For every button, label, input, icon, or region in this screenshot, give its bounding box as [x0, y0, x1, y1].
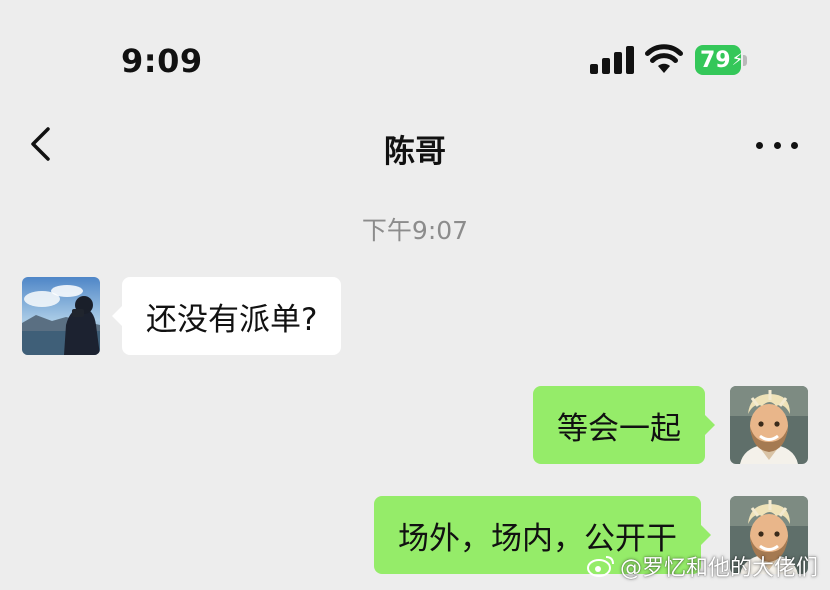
- battery-level: 79: [700, 47, 731, 73]
- more-options-icon[interactable]: [756, 138, 798, 152]
- watermark-text: @罗忆和他的大佬们: [619, 556, 818, 581]
- dot: [791, 141, 798, 149]
- message-text: 还没有派单?: [146, 301, 318, 338]
- signal-icon: [590, 46, 634, 74]
- chat-bubble-sent: 等会一起: [533, 386, 715, 464]
- message-text: 等会一起: [557, 410, 681, 447]
- dot: [756, 141, 763, 149]
- weibo-icon: [586, 556, 614, 577]
- bolt-icon: ⚡: [731, 50, 744, 70]
- watermark: @罗忆和他的大佬们: [586, 550, 818, 582]
- battery-charging-icon: 79 ⚡: [695, 45, 744, 75]
- dot: [773, 141, 781, 149]
- contact-avatar[interactable]: [22, 277, 100, 355]
- status-time: 9:09: [121, 42, 203, 80]
- battery-cap: [743, 55, 747, 66]
- message-timestamp: 下午9:07: [361, 216, 469, 245]
- chat-bubble-received: 还没有派单?: [111, 277, 342, 355]
- wifi-icon: [645, 44, 683, 73]
- chat-title: 陈哥: [384, 134, 446, 170]
- user-avatar[interactable]: [730, 386, 808, 464]
